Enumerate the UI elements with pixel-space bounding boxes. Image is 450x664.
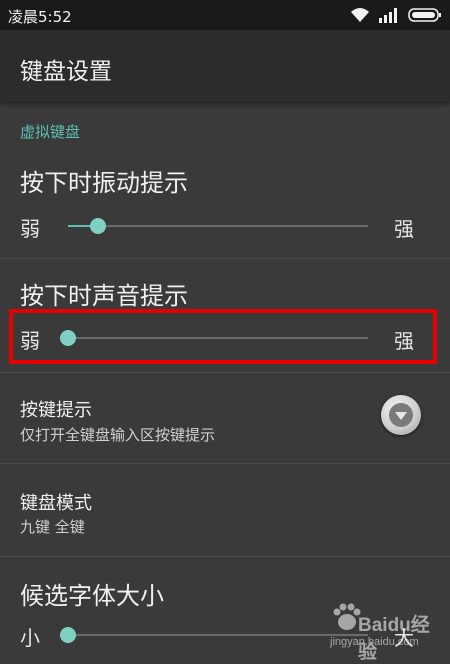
action-bar: 键盘设置 bbox=[0, 30, 450, 102]
wifi-icon bbox=[351, 8, 369, 22]
font-size-slider-track[interactable] bbox=[60, 627, 368, 643]
divider bbox=[0, 372, 450, 373]
vibration-slider-row: 弱 强 bbox=[0, 206, 450, 246]
vibration-weak-label: 弱 bbox=[20, 217, 40, 241]
font-size-slider-thumb[interactable] bbox=[60, 627, 76, 643]
signal-icon bbox=[379, 8, 397, 23]
battery-icon bbox=[408, 8, 441, 22]
highlight-annotation-box bbox=[9, 309, 437, 364]
sound-feedback-title: 按下时声音提示 bbox=[20, 282, 188, 310]
vibration-slider-thumb[interactable] bbox=[90, 218, 106, 234]
status-time: 凌晨5:52 bbox=[8, 8, 72, 26]
key-hint-summary: 仅打开全键盘输入区按键提示 bbox=[20, 426, 216, 444]
vibration-slider-track[interactable] bbox=[68, 218, 368, 234]
divider bbox=[0, 258, 450, 259]
watermark-url: jingyan.baidu.com bbox=[330, 636, 419, 648]
divider bbox=[0, 463, 450, 464]
vibration-strong-label: 强 bbox=[394, 217, 414, 241]
divider bbox=[0, 556, 450, 557]
font-size-title: 候选字体大小 bbox=[20, 582, 164, 610]
vibration-feedback-title: 按下时振动提示 bbox=[20, 169, 188, 197]
keyboard-mode-summary: 九键 全键 bbox=[20, 518, 85, 536]
font-size-small-label: 小 bbox=[20, 626, 40, 650]
key-hint-title: 按键提示 bbox=[20, 400, 92, 421]
dropdown-toggle-icon[interactable] bbox=[381, 395, 421, 435]
page-title: 键盘设置 bbox=[20, 59, 112, 85]
status-bar: 凌晨5:52 bbox=[0, 0, 450, 30]
section-header-virtual-keyboard: 虚拟键盘 bbox=[20, 123, 81, 141]
keyboard-mode-title: 键盘模式 bbox=[20, 493, 92, 514]
baidu-jingyan-watermark: Baidu经验 jingyan.baidu.com bbox=[330, 602, 448, 663]
status-icons bbox=[350, 7, 442, 23]
